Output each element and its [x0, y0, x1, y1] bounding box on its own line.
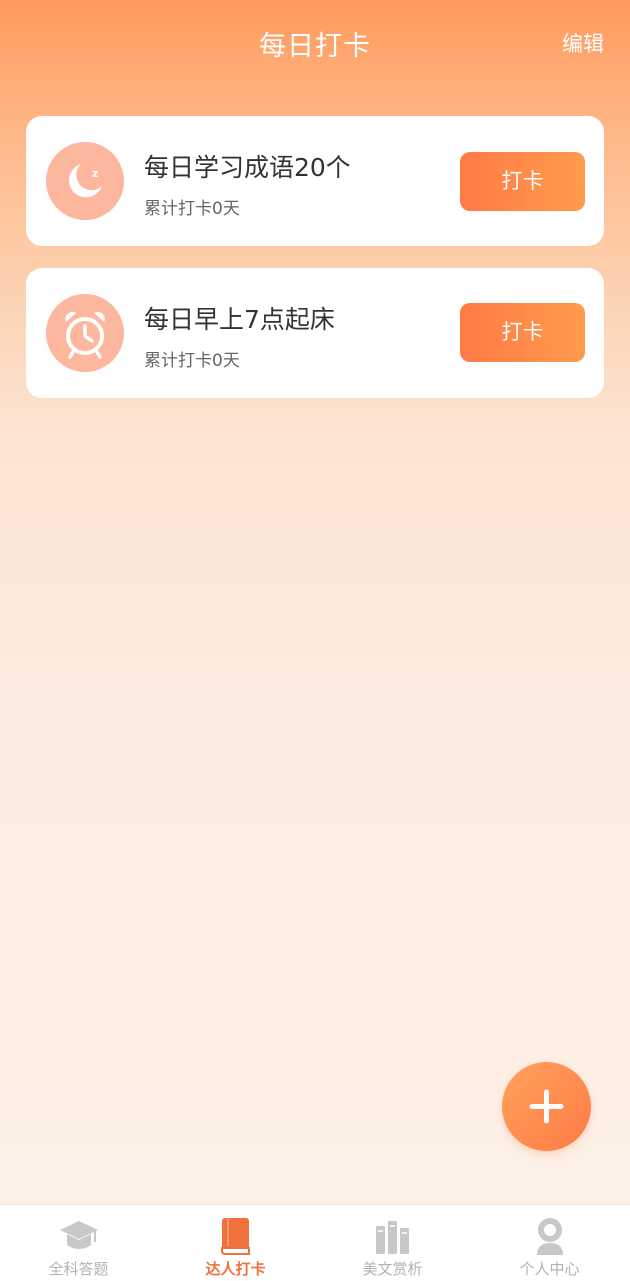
user-icon	[537, 1218, 563, 1255]
checkin-card: z 每日学习成语20个 累计打卡0天 打卡	[26, 116, 604, 246]
edit-button[interactable]: 编辑	[562, 28, 604, 58]
add-checkin-button[interactable]	[502, 1062, 591, 1151]
card-streak-count: 累计打卡0天	[144, 351, 240, 371]
alarm-clock-icon	[46, 294, 124, 372]
tab-label: 达人打卡	[205, 1260, 266, 1278]
card-title: 每日早上7点起床	[144, 305, 335, 334]
svg-text:z: z	[92, 167, 98, 180]
checkin-button[interactable]: 打卡	[460, 152, 585, 211]
bookshelf-icon	[376, 1221, 409, 1254]
moon-sleep-icon: z	[46, 142, 124, 220]
tab-personal-center[interactable]: 个人中心	[471, 1205, 628, 1281]
card-streak-count: 累计打卡0天	[144, 199, 240, 219]
page-title: 每日打卡	[259, 31, 371, 62]
header: 每日打卡 编辑	[0, 0, 630, 88]
tab-label: 个人中心	[519, 1260, 580, 1278]
bottom-tab-bar: 全科答题 达人打卡 美文赏析 个人中心	[0, 1204, 630, 1281]
tab-all-subjects-quiz[interactable]: 全科答题	[0, 1205, 157, 1281]
tab-essay-appreciation[interactable]: 美文赏析	[314, 1205, 471, 1281]
graduation-cap-icon	[60, 1221, 98, 1249]
checkin-card: 每日早上7点起床 累计打卡0天 打卡	[26, 268, 604, 398]
tab-expert-checkin[interactable]: 达人打卡	[157, 1205, 314, 1281]
card-title: 每日学习成语20个	[144, 153, 351, 182]
tab-label: 美文赏析	[362, 1260, 423, 1278]
plus-icon	[529, 1089, 564, 1124]
book-icon	[221, 1218, 250, 1255]
tab-label: 全科答题	[48, 1260, 109, 1278]
checkin-button[interactable]: 打卡	[460, 303, 585, 362]
